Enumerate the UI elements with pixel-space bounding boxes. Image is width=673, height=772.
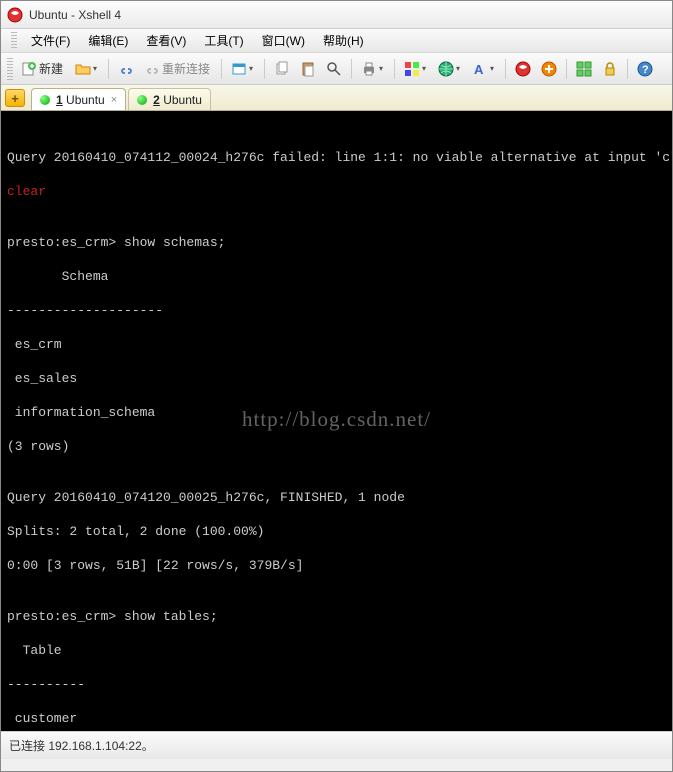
colors-button[interactable]: ▾ xyxy=(400,57,432,81)
new-button[interactable]: 新建 xyxy=(17,57,69,81)
svg-text:A: A xyxy=(474,62,484,77)
toolbar-grip[interactable] xyxy=(7,58,13,80)
open-dropdown-icon[interactable]: ▾ xyxy=(91,61,99,77)
print-button[interactable]: ▾ xyxy=(357,57,389,81)
separator xyxy=(351,59,352,79)
xshell-icon xyxy=(515,61,531,77)
term-line: Splits: 2 total, 2 done (100.00%) xyxy=(7,523,666,540)
xftp-icon xyxy=(541,61,557,77)
help-icon: ? xyxy=(637,61,653,77)
props-dropdown-icon[interactable]: ▾ xyxy=(247,61,255,77)
term-line: presto:es_crm> show tables; xyxy=(7,608,666,625)
separator xyxy=(108,59,109,79)
print-dropdown-icon[interactable]: ▾ xyxy=(377,61,385,77)
globe-icon xyxy=(438,61,454,77)
tab-label: 2 Ubuntu xyxy=(153,93,202,107)
lock-icon xyxy=(602,61,618,77)
lock-button[interactable] xyxy=(598,57,622,81)
separator xyxy=(566,59,567,79)
term-line: (3 rows) xyxy=(7,438,666,455)
separator xyxy=(221,59,222,79)
connection-status-icon xyxy=(137,95,147,105)
menu-view[interactable]: 查看(V) xyxy=(138,30,194,51)
add-tab-button[interactable]: + xyxy=(5,89,25,107)
tile-icon xyxy=(576,61,592,77)
search-icon xyxy=(326,61,342,77)
globe-dropdown-icon[interactable]: ▾ xyxy=(454,61,462,77)
term-line: Schema xyxy=(7,268,666,285)
term-line: ---------- xyxy=(7,676,666,693)
menu-window[interactable]: 窗口(W) xyxy=(254,30,313,51)
menu-tools[interactable]: 工具(T) xyxy=(196,30,251,51)
props-icon xyxy=(231,61,247,77)
menu-edit[interactable]: 编辑(E) xyxy=(80,30,136,51)
font-button[interactable]: A▾ xyxy=(468,57,500,81)
xshell-button[interactable] xyxy=(511,57,535,81)
term-line: es_crm xyxy=(7,336,666,353)
term-line: Table xyxy=(7,642,666,659)
menu-grip[interactable] xyxy=(11,32,17,50)
globe-button[interactable]: ▾ xyxy=(434,57,466,81)
window-title: Ubuntu - Xshell 4 xyxy=(29,8,121,22)
status-text: 已连接 192.168.1.104:22。 xyxy=(9,737,154,754)
font-dropdown-icon[interactable]: ▾ xyxy=(488,61,496,77)
colors-icon xyxy=(404,61,420,77)
menu-bar: 文件(F) 编辑(E) 查看(V) 工具(T) 窗口(W) 帮助(H) xyxy=(1,29,672,53)
new-icon xyxy=(21,61,37,77)
term-line: information_schema xyxy=(7,404,666,421)
help-button[interactable]: ? xyxy=(633,57,657,81)
folder-open-icon xyxy=(75,61,91,77)
tab-2[interactable]: 2 Ubuntu xyxy=(128,88,211,110)
reconnect-label: 重新连接 xyxy=(162,60,210,77)
tab-bar: + 1 Ubuntu × 2 Ubuntu xyxy=(1,85,672,111)
separator xyxy=(505,59,506,79)
new-label: 新建 xyxy=(39,60,63,77)
tile-button[interactable] xyxy=(572,57,596,81)
paste-icon xyxy=(300,61,316,77)
reconnect-icon xyxy=(144,61,160,77)
term-line: Query 20160410_074120_00025_h276c, FINIS… xyxy=(7,489,666,506)
tab-close-button[interactable]: × xyxy=(111,94,117,106)
tab-label: 1 Ubuntu xyxy=(56,93,105,107)
open-button[interactable]: ▾ xyxy=(71,57,103,81)
connection-status-icon xyxy=(40,95,50,105)
term-line: customer xyxy=(7,710,666,727)
term-line: 0:00 [3 rows, 51B] [22 rows/s, 379B/s] xyxy=(7,557,666,574)
terminal[interactable]: http://blog.csdn.net/ Query 20160410_074… xyxy=(1,111,672,731)
app-icon xyxy=(7,7,23,23)
paste-button[interactable] xyxy=(296,57,320,81)
link-icon xyxy=(118,61,134,77)
title-bar: Ubuntu - Xshell 4 xyxy=(1,1,672,29)
search-button[interactable] xyxy=(322,57,346,81)
svg-text:?: ? xyxy=(642,64,649,76)
separator xyxy=(264,59,265,79)
link-button[interactable] xyxy=(114,57,138,81)
copy-icon xyxy=(274,61,290,77)
reconnect-button[interactable]: 重新连接 xyxy=(140,57,216,81)
menu-file[interactable]: 文件(F) xyxy=(23,30,78,51)
term-line-error: clear xyxy=(7,183,666,200)
term-line: presto:es_crm> show schemas; xyxy=(7,234,666,251)
print-icon xyxy=(361,61,377,77)
props-button[interactable]: ▾ xyxy=(227,57,259,81)
term-line: -------------------- xyxy=(7,302,666,319)
menu-help[interactable]: 帮助(H) xyxy=(315,30,372,51)
term-line: Query 20160410_074112_00024_h276c failed… xyxy=(7,149,666,166)
separator xyxy=(394,59,395,79)
tab-1[interactable]: 1 Ubuntu × xyxy=(31,88,126,110)
toolbar: 新建 ▾ 重新连接 ▾ ▾ ▾ ▾ A▾ ? xyxy=(1,53,672,85)
font-icon: A xyxy=(472,61,488,77)
term-line: es_sales xyxy=(7,370,666,387)
separator xyxy=(627,59,628,79)
copy-button[interactable] xyxy=(270,57,294,81)
status-bar: 已连接 192.168.1.104:22。 xyxy=(1,731,672,759)
colors-dropdown-icon[interactable]: ▾ xyxy=(420,61,428,77)
xftp-button[interactable] xyxy=(537,57,561,81)
